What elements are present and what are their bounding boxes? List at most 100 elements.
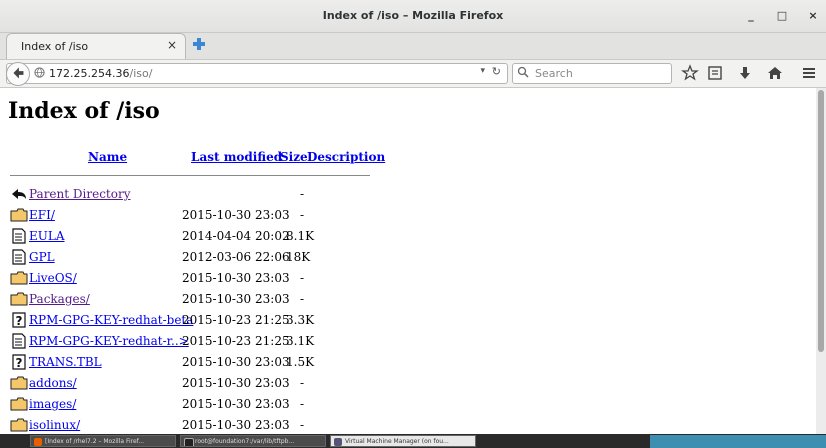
entry-size: 8.1K: [286, 229, 315, 243]
taskbar-item-label: Virtual Machine Manager (on fou...: [345, 438, 449, 445]
header-divider: [10, 175, 370, 176]
list-item: EULA 2014-04-04 20:02 8.1K: [10, 226, 410, 246]
entry-modified: 2015-10-30 23:03: [182, 397, 290, 411]
list-item: GPL 2012-03-06 22:06 18K: [10, 247, 410, 267]
entry-link[interactable]: images/: [29, 397, 76, 411]
url-bar[interactable]: 172.25.254.36/iso/ ▾ ↻: [6, 62, 508, 86]
entry-modified: 2015-10-30 23:03: [182, 376, 290, 390]
unknown-file-icon: ?: [10, 354, 28, 370]
entry-size: 3.3K: [286, 313, 315, 327]
list-item: EFI/2015-10-30 23:03-: [10, 205, 410, 225]
reading-list-icon[interactable]: [706, 64, 724, 82]
entry-modified: 2015-10-30 23:03: [182, 208, 290, 222]
taskbar-item-firefox[interactable]: [Index of /rhel7.2 – Mozilla Firef...: [30, 435, 176, 447]
entry-modified: 2015-10-23 21:25: [182, 313, 290, 327]
svg-text:?: ?: [16, 314, 23, 328]
column-header-size[interactable]: Size: [280, 150, 308, 164]
entry-size: -: [299, 376, 304, 390]
entry-modified: 2015-10-30 23:03: [182, 355, 290, 369]
list-item: Parent Directory -: [10, 184, 410, 204]
workspace-preview[interactable]: [650, 435, 826, 448]
entry-modified: 2015-10-30 23:03: [182, 418, 290, 432]
entry-modified: 2012-03-06 22:06: [182, 250, 290, 264]
entry-size: 18K: [286, 250, 311, 264]
text-file-icon: [10, 249, 28, 265]
entry-size: 3.1K: [286, 334, 315, 348]
entry-modified: 2015-10-23 21:25: [182, 334, 290, 348]
text-file-icon: [10, 228, 28, 244]
taskbar-item-virt-manager[interactable]: Virtual Machine Manager (on fou...: [330, 435, 476, 447]
window-title: Index of /iso – Mozilla Firefox: [322, 9, 504, 22]
list-item: RPM-GPG-KEY-redhat-r..> 2015-10-23 21:25 3…: [10, 331, 410, 351]
home-icon[interactable]: [766, 64, 784, 82]
svg-text:?: ?: [16, 356, 23, 370]
search-icon: [517, 66, 529, 78]
entry-size: -: [299, 418, 304, 432]
terminal-icon: [184, 438, 194, 446]
text-file-icon: [10, 333, 28, 349]
entry-link[interactable]: EFI/: [29, 208, 55, 222]
entry-modified: 2015-10-30 23:03: [182, 292, 290, 306]
maximize-button[interactable]: □: [775, 9, 789, 23]
column-header-name[interactable]: Name: [88, 150, 127, 164]
entry-link[interactable]: EULA: [29, 229, 65, 243]
window-titlebar: Index of /iso – Mozilla Firefox _ □ ×: [0, 0, 826, 33]
folder-icon: [10, 375, 28, 391]
folder-icon: [10, 417, 28, 433]
entry-link[interactable]: TRANS.TBL: [29, 355, 102, 369]
entry-link[interactable]: Packages/: [29, 292, 90, 306]
list-item: images/2015-10-30 23:03-: [10, 394, 410, 414]
search-input[interactable]: Search: [535, 67, 573, 80]
entry-link[interactable]: isolinux/: [29, 418, 80, 432]
list-item: isolinux/2015-10-30 23:03-: [10, 415, 410, 434]
entry-size: 1.5K: [286, 355, 315, 369]
download-icon[interactable]: [736, 64, 754, 82]
entry-link[interactable]: RPM-GPG-KEY-redhat-r..>: [29, 334, 189, 348]
taskbar-item-terminal[interactable]: root@foundation7:/var/lib/tftpb...: [180, 435, 326, 447]
folder-icon: [10, 396, 28, 412]
entry-size: -: [299, 271, 304, 285]
column-header-description[interactable]: Description: [307, 150, 385, 164]
virt-manager-icon: [334, 438, 342, 446]
back-icon: [10, 186, 28, 202]
entry-link[interactable]: GPL: [29, 250, 55, 264]
folder-icon: [10, 207, 28, 223]
entry-size: -: [299, 208, 304, 222]
url-history-dropdown-icon[interactable]: ▾: [480, 66, 485, 76]
search-bar[interactable]: Search: [512, 63, 672, 84]
vertical-scrollbar[interactable]: [816, 88, 826, 434]
list-item: ? TRANS.TBL 2015-10-30 23:03 1.5K: [10, 352, 410, 372]
menu-hamburger-icon[interactable]: [800, 64, 818, 82]
tab-close-icon[interactable]: ×: [167, 38, 177, 52]
entry-size: -: [299, 397, 304, 411]
entry-link[interactable]: Parent Directory: [29, 187, 130, 201]
reload-icon[interactable]: ↻: [492, 65, 501, 78]
page-title: Index of /iso: [8, 98, 160, 124]
list-item: addons/2015-10-30 23:03-: [10, 373, 410, 393]
url-text[interactable]: 172.25.254.36/iso/: [49, 67, 152, 80]
entry-link[interactable]: RPM-GPG-KEY-redhat-beta: [29, 313, 193, 327]
globe-icon: [34, 67, 45, 78]
minimize-button[interactable]: _: [744, 9, 758, 23]
tab-index-of-iso[interactable]: Index of /iso ×: [6, 33, 186, 59]
scrollbar-thumb[interactable]: [818, 90, 824, 352]
entry-size: -: [299, 187, 304, 201]
unknown-file-icon: ?: [10, 312, 28, 328]
entry-size: -: [299, 292, 304, 306]
folder-icon: [10, 291, 28, 307]
back-button[interactable]: [6, 62, 30, 86]
entry-link[interactable]: LiveOS/: [29, 271, 77, 285]
list-item: ? RPM-GPG-KEY-redhat-beta 2015-10-23 21:25…: [10, 310, 410, 330]
tab-label: Index of /iso: [21, 40, 89, 53]
column-header-last-modified[interactable]: Last modified: [191, 150, 282, 164]
list-item: LiveOS/2015-10-30 23:03-: [10, 268, 410, 288]
taskbar-item-label: root@foundation7:/var/lib/tftpb...: [195, 438, 295, 445]
firefox-icon: [34, 438, 42, 446]
page-content: Index of /iso Name Last modified Size De…: [0, 88, 816, 434]
url-path: /iso/: [129, 67, 153, 80]
entry-link[interactable]: addons/: [29, 376, 77, 390]
bookmark-star-icon[interactable]: [681, 64, 699, 82]
new-tab-plus-icon[interactable]: [192, 37, 206, 51]
navigation-toolbar: 172.25.254.36/iso/ ▾ ↻ Search: [0, 59, 826, 88]
close-window-button[interactable]: ×: [806, 9, 820, 23]
